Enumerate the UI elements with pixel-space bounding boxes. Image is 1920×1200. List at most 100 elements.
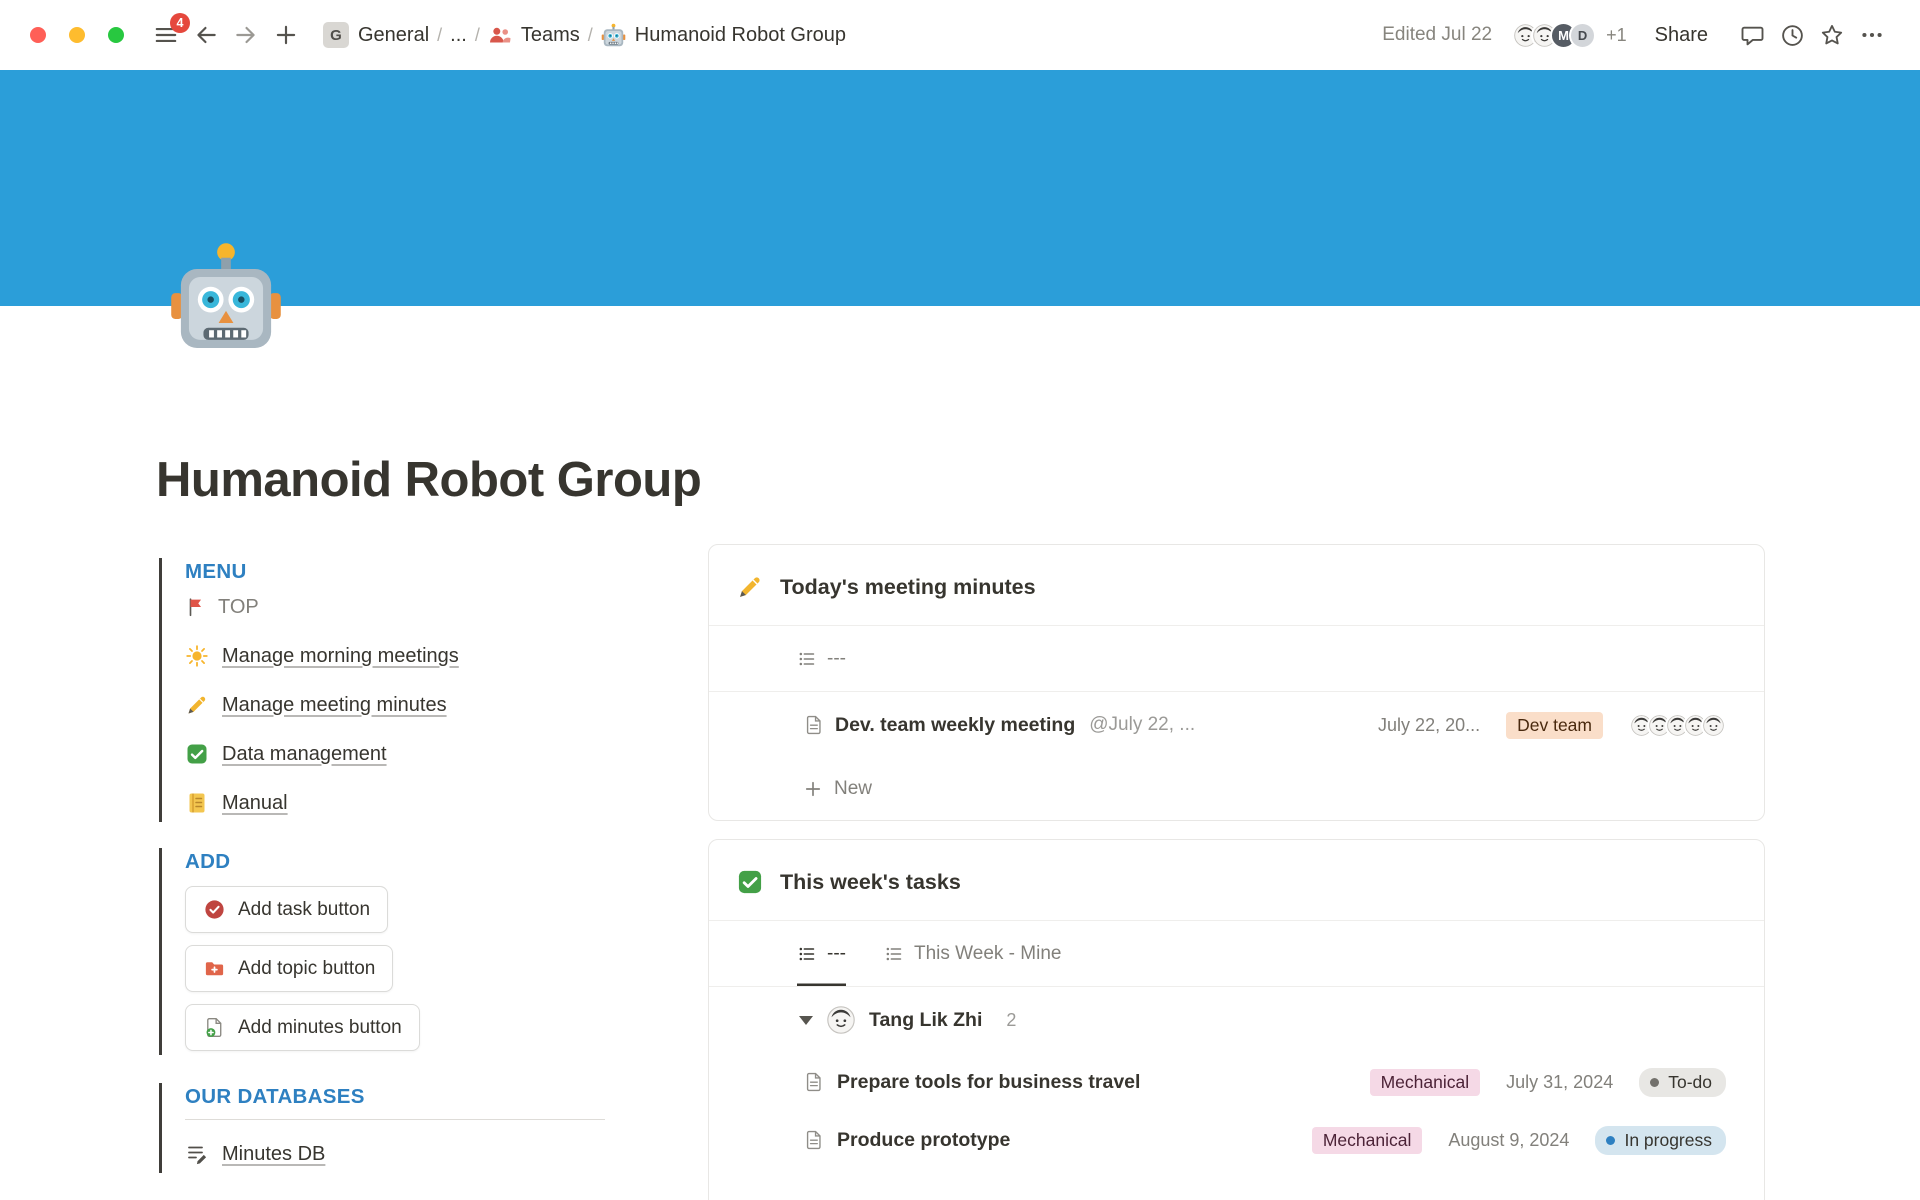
- meeting-row[interactable]: Dev. team weekly meeting @July 22, ... J…: [709, 692, 1764, 758]
- page-icon: [803, 714, 825, 736]
- meeting-title[interactable]: Dev. team weekly meeting: [835, 714, 1075, 737]
- close-button[interactable]: [30, 27, 46, 43]
- workspace-icon: G: [323, 22, 349, 48]
- meeting-view-tabs: ---: [709, 626, 1764, 692]
- meeting-card-header: Today's meeting minutes: [709, 545, 1764, 626]
- button-label: Add topic button: [238, 958, 375, 980]
- databases-section: OUR DATABASES Minutes DB: [159, 1083, 674, 1173]
- task-row-properties: Mechanical July 31, 2024 To-do: [1370, 1068, 1726, 1097]
- add-section: ADD Add task button Add topic button Add…: [159, 848, 674, 1055]
- meeting-row-properties: July 22, 20... Dev team: [1378, 712, 1726, 739]
- arrow-right-icon: [233, 22, 259, 48]
- menu-item-label: Manage morning meetings: [222, 645, 459, 668]
- history-button[interactable]: [1772, 15, 1812, 55]
- document-plus-icon: [203, 1016, 226, 1039]
- teams-label: Teams: [521, 24, 580, 47]
- avatar[interactable]: D: [1569, 22, 1596, 49]
- plus-icon: [273, 22, 299, 48]
- tasks-view-tab-all[interactable]: ---: [797, 921, 846, 986]
- right-column: Today's meeting minutes --- Dev. team we…: [708, 544, 1765, 1200]
- task-row[interactable]: Produce prototype Mechanical August 9, 2…: [709, 1111, 1764, 1169]
- more-button[interactable]: [1852, 15, 1892, 55]
- menu-item-manual[interactable]: Manual: [185, 788, 674, 818]
- menu-item-meeting-minutes[interactable]: Manage meeting minutes: [185, 690, 674, 720]
- tasks-view-tab-this-week-mine[interactable]: This Week - Mine: [884, 921, 1061, 986]
- database-item-minutes-db[interactable]: Minutes DB: [185, 1139, 674, 1169]
- window-controls: [30, 27, 124, 43]
- tasks-card-header: This week's tasks: [709, 840, 1764, 921]
- weekly-tasks-card: This week's tasks --- This Week - Mine: [708, 839, 1765, 1200]
- status-label: To-do: [1668, 1072, 1712, 1093]
- minimize-button[interactable]: [69, 27, 85, 43]
- new-tab-button[interactable]: [266, 15, 306, 55]
- menu-item-top[interactable]: TOP: [185, 592, 674, 622]
- page-icon: [803, 1129, 825, 1151]
- avatar: [1701, 713, 1726, 738]
- tasks-card-title[interactable]: This week's tasks: [780, 870, 961, 895]
- button-label: Add task button: [238, 899, 370, 921]
- forward-button[interactable]: [226, 15, 266, 55]
- back-button[interactable]: [186, 15, 226, 55]
- status-badge: To-do: [1639, 1068, 1726, 1097]
- menu-section: MENU TOP Manage morning meetings Manage …: [159, 558, 674, 822]
- attendee-avatars: [1629, 713, 1726, 738]
- page-crumb-label: Humanoid Robot Group: [635, 24, 846, 47]
- date-mention: @July 22, ...: [1089, 714, 1195, 736]
- comment-icon: [1740, 23, 1765, 48]
- status-label: In progress: [1624, 1130, 1712, 1151]
- breadcrumb-page[interactable]: Humanoid Robot Group: [594, 19, 853, 52]
- add-task-button[interactable]: Add task button: [185, 886, 388, 933]
- group-count: 2: [1006, 1010, 1016, 1031]
- task-title[interactable]: Prepare tools for business travel: [837, 1071, 1358, 1094]
- status-badge: In progress: [1595, 1126, 1726, 1155]
- comments-button[interactable]: [1732, 15, 1772, 55]
- category-tag: Mechanical: [1312, 1127, 1423, 1154]
- share-button[interactable]: Share: [1645, 18, 1718, 53]
- group-name[interactable]: Tang Lik Zhi: [869, 1009, 982, 1032]
- avatar-overflow-count[interactable]: +1: [1606, 25, 1627, 46]
- page-body: Humanoid Robot Group MENU TOP Manage mor…: [0, 306, 1920, 1200]
- presence-avatars: M D: [1512, 22, 1596, 49]
- left-column: MENU TOP Manage morning meetings Manage …: [156, 544, 674, 1173]
- add-minutes-button[interactable]: Add minutes button: [185, 1004, 420, 1051]
- titlebar: 4 G General / ... / Teams / Humanoid Rob…: [0, 0, 1920, 70]
- task-title[interactable]: Produce prototype: [837, 1129, 1300, 1152]
- arrow-left-icon: [193, 22, 219, 48]
- page-title[interactable]: Humanoid Robot Group: [156, 306, 1765, 508]
- team-tag: Dev team: [1506, 712, 1603, 739]
- new-meeting-button[interactable]: New: [709, 758, 1764, 820]
- breadcrumb-ellipsis[interactable]: ...: [443, 20, 474, 51]
- menu-item-label: TOP: [218, 596, 259, 619]
- edited-label: Edited Jul 22: [1382, 24, 1492, 46]
- tab-label: ---: [827, 648, 846, 670]
- sidebar-toggle-button[interactable]: 4: [146, 15, 186, 55]
- add-topic-button[interactable]: Add topic button: [185, 945, 393, 992]
- workspace-label: General: [358, 24, 429, 47]
- breadcrumb-workspace[interactable]: G General: [316, 18, 436, 52]
- meeting-view-tab[interactable]: ---: [797, 626, 846, 691]
- button-label: Add minutes button: [238, 1017, 402, 1039]
- meeting-card-title[interactable]: Today's meeting minutes: [780, 575, 1036, 600]
- breadcrumb-separator: /: [587, 25, 594, 46]
- breadcrumb-teams[interactable]: Teams: [481, 19, 587, 51]
- sun-icon: [185, 644, 209, 668]
- star-icon: [1819, 22, 1845, 48]
- task-row[interactable]: Prepare tools for business travel Mechan…: [709, 1053, 1764, 1111]
- collapse-toggle-icon[interactable]: [799, 1016, 813, 1025]
- list-view-icon: [797, 649, 817, 669]
- menu-item-morning-meetings[interactable]: Manage morning meetings: [185, 641, 674, 671]
- menu-item-label: Data management: [222, 743, 387, 766]
- status-dot: [1650, 1078, 1659, 1087]
- page-icon: [803, 1071, 825, 1093]
- page-cover[interactable]: [0, 70, 1920, 306]
- zoom-button[interactable]: [108, 27, 124, 43]
- new-label: New: [834, 778, 872, 800]
- meeting-date: July 22, 20...: [1378, 715, 1480, 736]
- page-robot-icon[interactable]: [168, 240, 284, 356]
- menu-item-data-management[interactable]: Data management: [185, 739, 674, 769]
- task-check-icon: [203, 898, 226, 921]
- favorite-button[interactable]: [1812, 15, 1852, 55]
- menu-item-label: Manage meeting minutes: [222, 694, 447, 717]
- folder-icon: [203, 957, 226, 980]
- flag-icon: [185, 596, 207, 618]
